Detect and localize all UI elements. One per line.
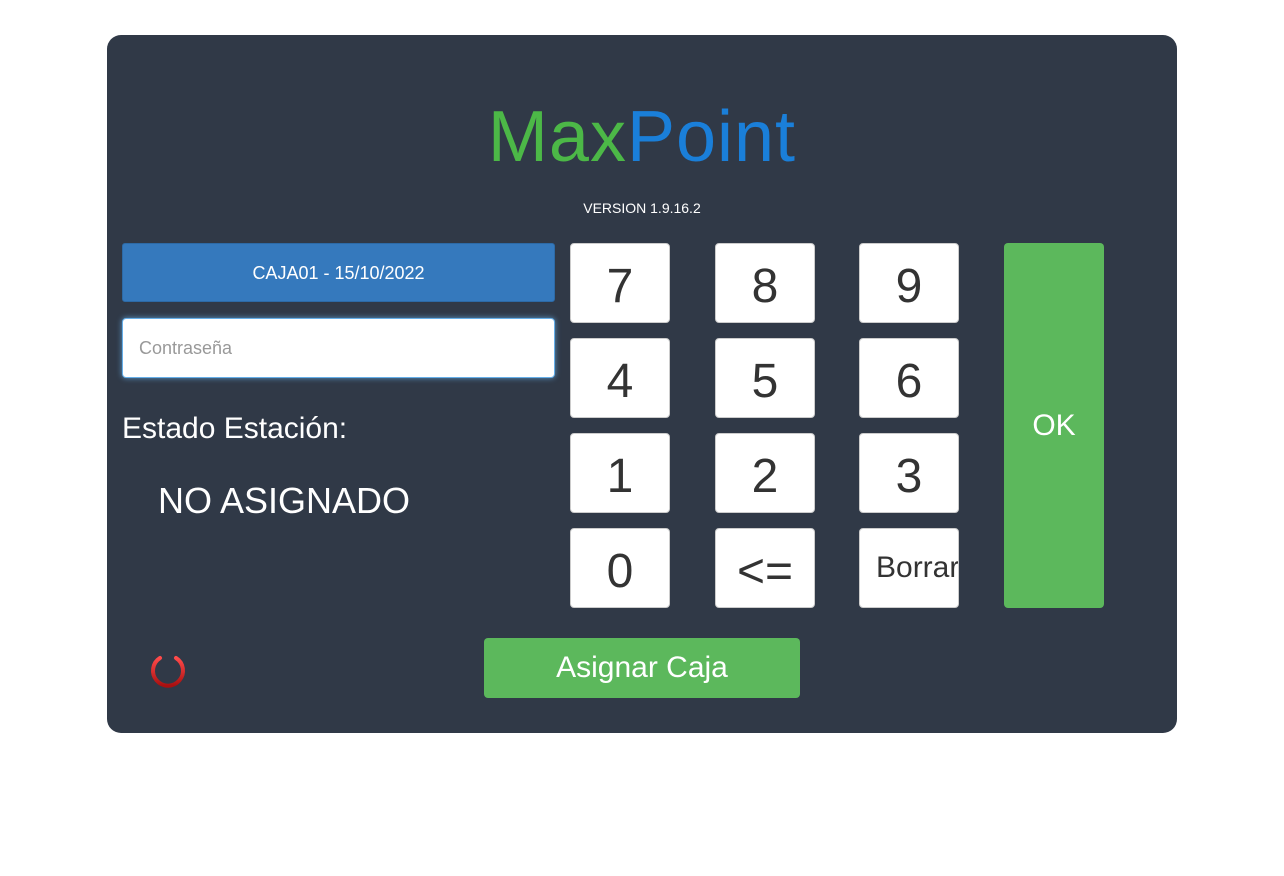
station-status-value: NO ASIGNADO — [158, 480, 411, 521]
ok-button[interactable]: OK — [1004, 243, 1104, 608]
login-panel: MaxPoint VERSION 1.9.16.2 CAJA01 - 15/10… — [107, 35, 1177, 733]
logo-max: Max — [487, 97, 627, 177]
logo-point: Point — [626, 97, 797, 177]
version-label: VERSION 1.9.16.2 — [583, 200, 701, 216]
caja-select-button[interactable]: CAJA01 - 15/10/2022 — [122, 243, 555, 302]
app-logo: MaxPoint — [107, 97, 1177, 177]
assign-register-button[interactable]: Asignar Caja — [484, 638, 800, 698]
key-2[interactable]: 2 — [715, 433, 815, 513]
power-icon[interactable] — [147, 645, 189, 691]
key-4[interactable]: 4 — [570, 338, 670, 418]
station-status-label: Estado Estación: — [122, 412, 348, 445]
key-6[interactable]: 6 — [859, 338, 959, 418]
key-0[interactable]: 0 — [570, 528, 670, 608]
key-5[interactable]: 5 — [715, 338, 815, 418]
key-clear[interactable]: Borrar — [859, 528, 959, 608]
key-9[interactable]: 9 — [859, 243, 959, 323]
key-3[interactable]: 3 — [859, 433, 959, 513]
key-7[interactable]: 7 — [570, 243, 670, 323]
key-backspace[interactable]: <= — [715, 528, 815, 608]
key-8[interactable]: 8 — [715, 243, 815, 323]
password-input[interactable] — [122, 318, 555, 378]
key-1[interactable]: 1 — [570, 433, 670, 513]
